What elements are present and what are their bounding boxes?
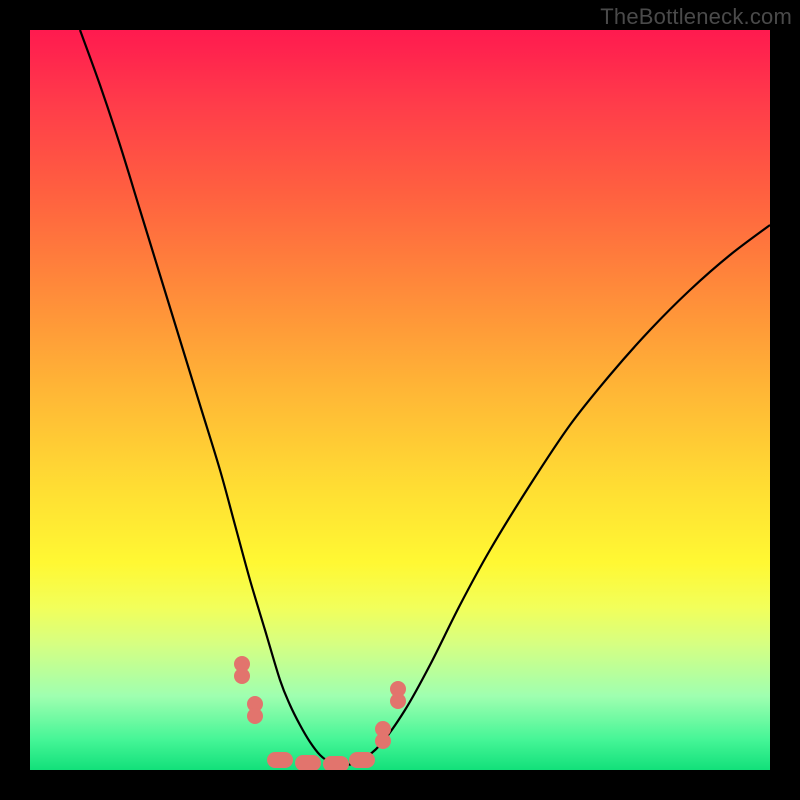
marker-peanut bbox=[390, 681, 406, 709]
watermark-label: TheBottleneck.com bbox=[600, 4, 792, 30]
marker-pill bbox=[323, 756, 349, 770]
chart-svg bbox=[30, 30, 770, 770]
marker-pill bbox=[267, 752, 293, 768]
chart-panel bbox=[30, 30, 770, 770]
bottleneck-curve bbox=[80, 30, 770, 765]
marker-pill bbox=[349, 752, 375, 768]
marker-pill bbox=[295, 755, 321, 770]
data-markers bbox=[234, 656, 406, 770]
marker-peanut bbox=[247, 696, 263, 724]
marker-peanut bbox=[234, 656, 250, 684]
